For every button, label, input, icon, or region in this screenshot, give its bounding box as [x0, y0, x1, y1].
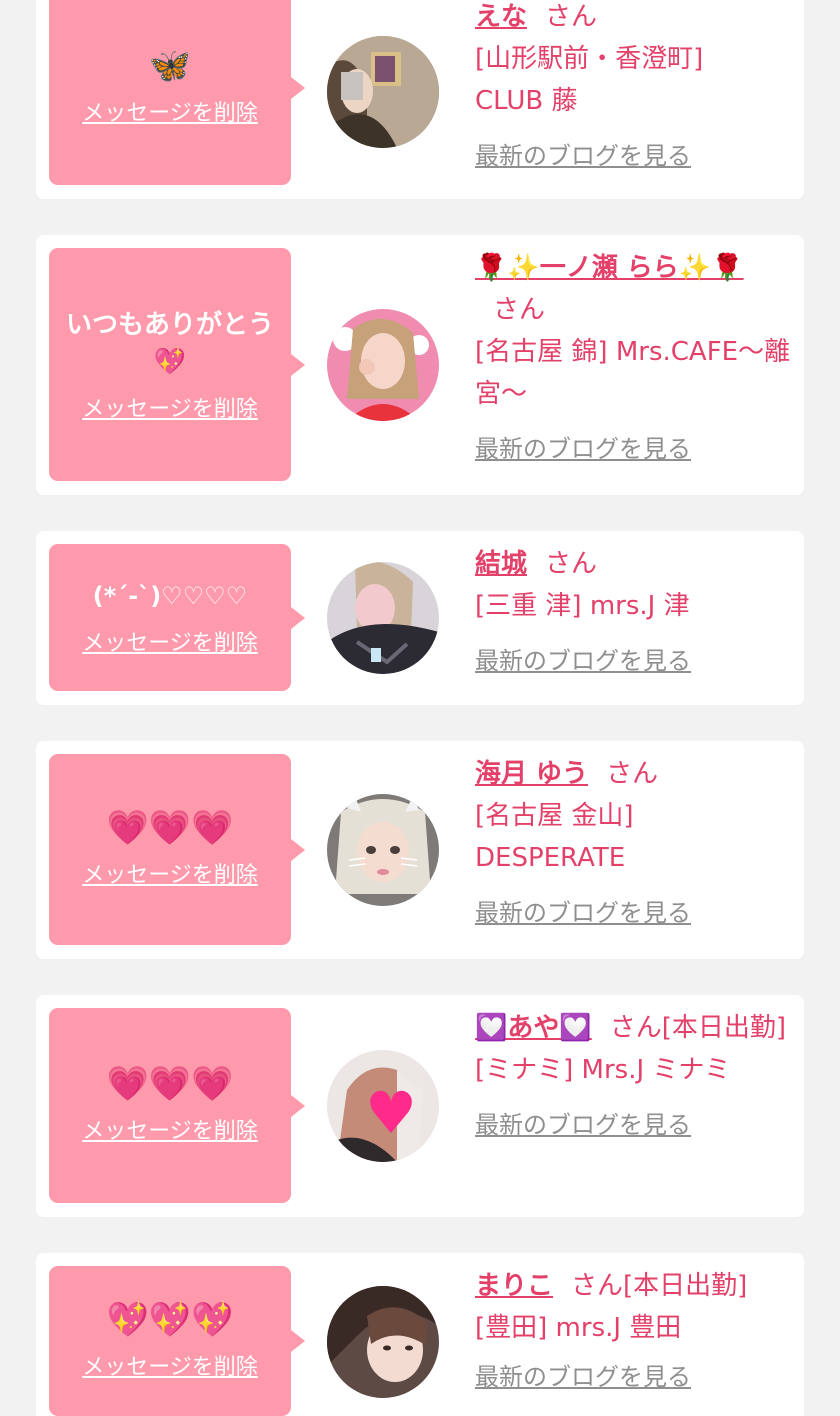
latest-blog-link[interactable]: 最新のブログを見る [475, 136, 691, 171]
delete-message-link[interactable]: メッセージを削除 [82, 1113, 258, 1145]
message-text: 🦋 [148, 46, 192, 86]
shop-label: [山形駅前・香澄町] CLUB 藤 [475, 44, 704, 116]
cast-info: えな さん [山形駅前・香澄町] CLUB 藤 最新のブログを見る [475, 0, 795, 171]
delete-message-link[interactable]: メッセージを削除 [82, 625, 258, 657]
latest-blog-link[interactable]: 最新のブログを見る [475, 641, 691, 676]
cast-card: 💗💗💗 メッセージを削除 ♥ 💟あや💟 さん[本日出勤] [ミナミ] Mrs.J … [36, 995, 804, 1217]
cast-card: 🦋 メッセージを削除 えな さん [山形駅前・香澄町] CLUB 藤 最新のブログ… [36, 0, 804, 199]
avatar-photo [327, 1286, 439, 1398]
cast-avatar[interactable] [327, 562, 439, 674]
name-line: 結城 さん [475, 543, 795, 585]
latest-blog-link[interactable]: 最新のブログを見る [475, 429, 691, 464]
shop-label: [名古屋 金山] DESPERATE [475, 801, 634, 873]
shop-label: [名古屋 錦] Mrs.CAFE〜離宮〜 [475, 337, 791, 409]
message-text: 💗💗💗 [106, 808, 234, 848]
avatar-photo [327, 36, 439, 148]
cast-info: 🌹✨一ノ瀬 らら✨🌹 さん [名古屋 錦] Mrs.CAFE〜離宮〜 最新のブログ… [475, 247, 795, 464]
cast-name-link[interactable]: 海月 ゆう [475, 759, 588, 789]
honorific: さん [545, 2, 598, 32]
cast-name-link[interactable]: まりこ [475, 1271, 553, 1301]
name-line: 💟あや💟 さん[本日出勤] [475, 1007, 795, 1049]
cast-name-link[interactable]: えな [475, 2, 527, 32]
honorific: さん [493, 295, 546, 325]
honorific: さん [545, 549, 598, 579]
cast-card: 💖💖💖 メッセージを削除 まりこ さん[本日出勤] [豊田] mrs.J 豊田 最… [36, 1253, 804, 1416]
cast-info: 海月 ゆう さん [名古屋 金山] DESPERATE 最新のブログを見る [475, 753, 795, 928]
honorific: さん[本日出勤] [571, 1271, 748, 1301]
cast-info: まりこ さん[本日出勤] [豊田] mrs.J 豊田 最新のブログを見る [475, 1265, 795, 1392]
cast-name-link[interactable]: 結城 [475, 549, 527, 579]
delete-message-link[interactable]: メッセージを削除 [82, 391, 258, 423]
favorites-list: 🦋 メッセージを削除 えな さん [山形駅前・香澄町] CLUB 藤 最新のブログ… [0, 0, 840, 1416]
honorific: さん [606, 759, 659, 789]
avatar-photo [327, 794, 439, 906]
cast-avatar[interactable] [327, 794, 439, 906]
message-bubble: 🦋 メッセージを削除 [49, 0, 305, 185]
cast-avatar[interactable] [327, 309, 439, 421]
message-bubble: 💗💗💗 メッセージを削除 [49, 1008, 305, 1203]
message-bubble: 💗💗💗 メッセージを削除 [49, 754, 305, 945]
latest-blog-link[interactable]: 最新のブログを見る [475, 1357, 691, 1392]
name-line: まりこ さん[本日出勤] [475, 1265, 795, 1307]
avatar-photo [327, 562, 439, 674]
name-line: えな さん [475, 0, 795, 38]
latest-blog-link[interactable]: 最新のブログを見る [475, 1105, 691, 1140]
cast-avatar[interactable] [327, 36, 439, 148]
message-text: 💖💖💖 [106, 1299, 234, 1340]
name-line: 🌹✨一ノ瀬 らら✨🌹 さん [475, 247, 785, 331]
cast-info: 結城 さん [三重 津] mrs.J 津 最新のブログを見る [475, 543, 795, 676]
name-line: 海月 ゆう さん [475, 753, 795, 795]
shop-label: [ミナミ] Mrs.J ミナミ [475, 1055, 731, 1085]
shop-label: [豊田] mrs.J 豊田 [475, 1313, 682, 1343]
latest-blog-link[interactable]: 最新のブログを見る [475, 893, 691, 928]
heart-sticker-icon: ♥ [365, 1079, 417, 1147]
message-text: いつもありがとう💖 [65, 309, 274, 377]
cast-avatar[interactable] [327, 1286, 439, 1398]
cast-card: 💗💗💗 メッセージを削除 海月 ゆう さん [名古屋 金山] DESPERATE … [36, 741, 804, 959]
message-text: 💗💗💗 [106, 1064, 234, 1104]
message-bubble: 💖💖💖 メッセージを削除 [49, 1266, 305, 1416]
cast-card: いつもありがとう💖 メッセージを削除 🌹✨一ノ瀬 らら✨🌹 さん [名古屋 錦] … [36, 235, 804, 495]
cast-name-link[interactable]: 💟あや💟 [475, 1013, 592, 1043]
cast-avatar[interactable]: ♥ [327, 1050, 439, 1162]
shop-label: [三重 津] mrs.J 津 [475, 591, 690, 621]
message-text: (*´-`)♡♡♡♡ [92, 582, 248, 610]
delete-message-link[interactable]: メッセージを削除 [82, 857, 258, 889]
delete-message-link[interactable]: メッセージを削除 [82, 1349, 258, 1381]
honorific: さん[本日出勤] [609, 1013, 787, 1043]
message-bubble: いつもありがとう💖 メッセージを削除 [49, 248, 305, 481]
cast-card: (*´-`)♡♡♡♡ メッセージを削除 結城 さん [三重 津] mrs.J 津 … [36, 531, 804, 705]
cast-name-link[interactable]: 🌹✨一ノ瀬 らら✨🌹 [475, 253, 744, 283]
message-bubble: (*´-`)♡♡♡♡ メッセージを削除 [49, 544, 305, 691]
cast-info: 💟あや💟 さん[本日出勤] [ミナミ] Mrs.J ミナミ 最新のブログを見る [475, 1007, 795, 1140]
avatar-photo [327, 309, 439, 421]
delete-message-link[interactable]: メッセージを削除 [82, 95, 258, 127]
